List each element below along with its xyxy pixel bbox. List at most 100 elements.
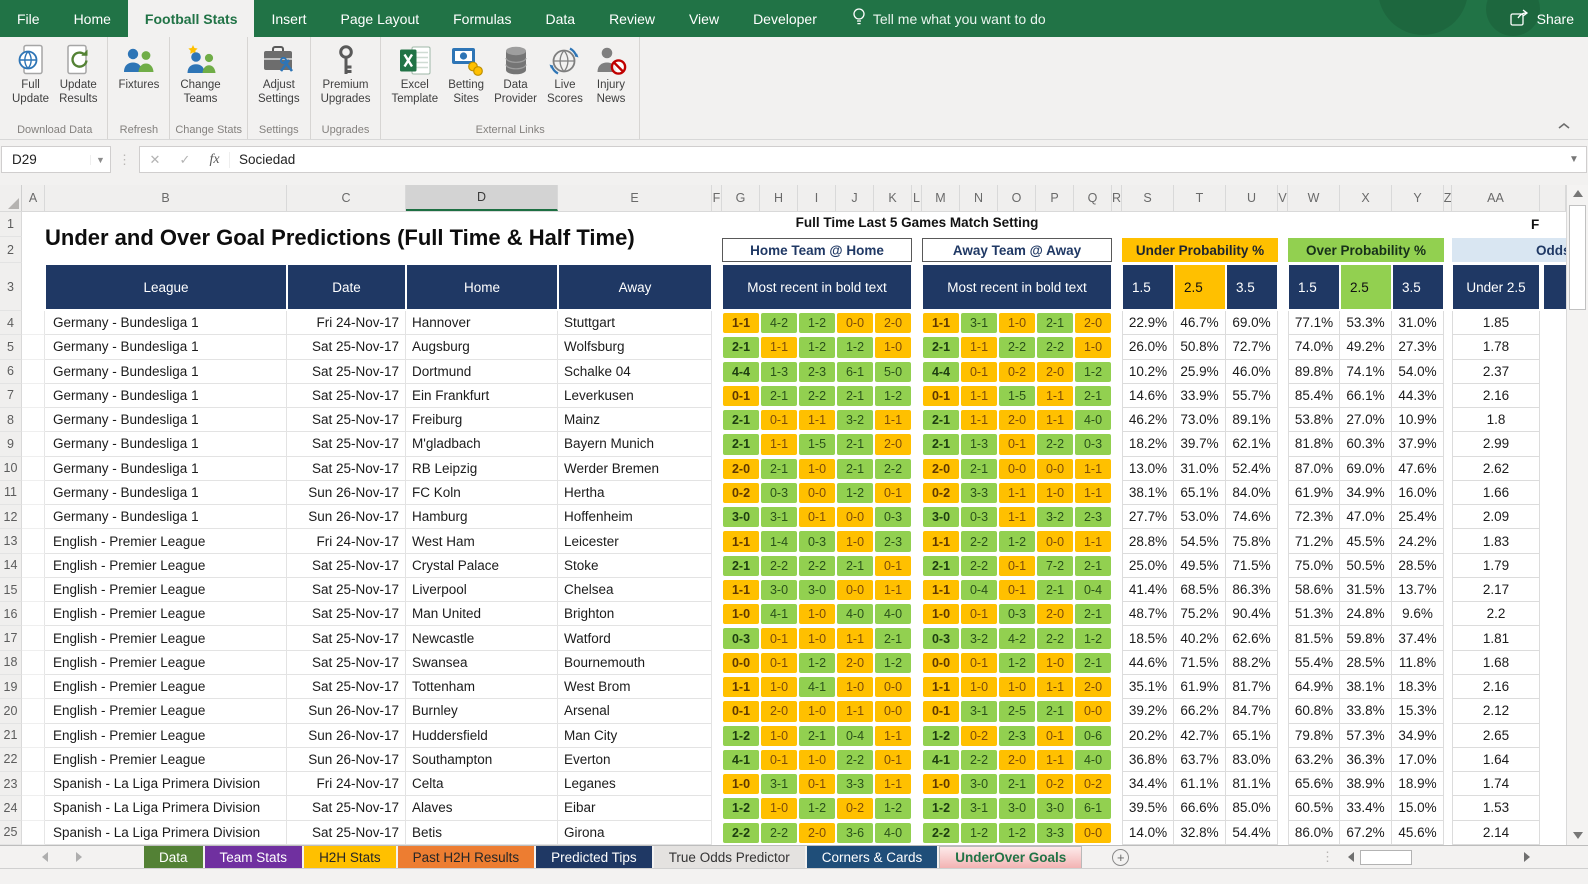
under-probability-cell[interactable]: 53.0% <box>1174 505 1226 529</box>
over-probability-cell[interactable]: 49.2% <box>1340 335 1392 359</box>
under-2-5-odds-cell[interactable]: 1.83 <box>1452 529 1540 553</box>
under-probability-cell[interactable]: 13.0% <box>1122 457 1174 481</box>
league-cell[interactable]: Germany - Bundesliga 1 <box>45 481 287 505</box>
under-probability-cell[interactable]: 40.2% <box>1174 626 1226 650</box>
under-2-5-odds-cell[interactable]: 1.53 <box>1452 796 1540 820</box>
away-score-cell[interactable]: 3-2 <box>1036 505 1074 529</box>
home-score-cell[interactable]: 1-1 <box>760 432 798 456</box>
under-probability-cell[interactable]: 20.2% <box>1122 724 1174 748</box>
home-score-cell[interactable]: 2-3 <box>798 360 836 384</box>
over-probability-cell[interactable]: 63.2% <box>1288 748 1340 772</box>
under-probability-cell[interactable]: 39.7% <box>1174 432 1226 456</box>
under-probability-cell[interactable]: 32.8% <box>1174 821 1226 845</box>
home-score-cell[interactable]: 1-0 <box>798 626 836 650</box>
home-score-cell[interactable]: 2-3 <box>874 529 912 553</box>
away-score-cell[interactable]: 1-1 <box>1036 384 1074 408</box>
home-score-cell[interactable]: 1-0 <box>798 457 836 481</box>
league-cell[interactable]: English - Premier League <box>45 578 287 602</box>
home-team-cell[interactable]: Alaves <box>406 796 558 820</box>
ribbon-collapse-button[interactable] <box>1558 121 1570 133</box>
column-header-E[interactable]: E <box>558 185 712 211</box>
date-cell[interactable]: Sat 25-Nov-17 <box>287 432 406 456</box>
under-probability-cell[interactable]: 54.5% <box>1174 529 1226 553</box>
column-header-A[interactable]: A <box>22 185 45 211</box>
away-score-cell[interactable]: 0-3 <box>1074 432 1112 456</box>
under-probability-cell[interactable]: 54.4% <box>1226 821 1278 845</box>
column-header-B[interactable]: B <box>45 185 287 211</box>
away-score-cell[interactable]: 6-1 <box>1074 796 1112 820</box>
under-probability-cell[interactable]: 46.2% <box>1122 408 1174 432</box>
vertical-scrollbar[interactable] <box>1566 185 1588 845</box>
over-probability-cell[interactable]: 33.4% <box>1340 796 1392 820</box>
home-score-cell[interactable]: 1-1 <box>874 408 912 432</box>
over-probability-cell[interactable]: 65.6% <box>1288 772 1340 796</box>
hscroll-left-icon[interactable] <box>1348 852 1354 862</box>
over-probability-cell[interactable]: 86.0% <box>1288 821 1340 845</box>
column-header-C[interactable]: C <box>287 185 406 211</box>
away-team-cell[interactable]: Wolfsburg <box>558 335 712 359</box>
away-score-cell[interactable]: 1-0 <box>960 675 998 699</box>
away-score-cell[interactable]: 1-1 <box>1036 748 1074 772</box>
away-score-cell[interactable]: 0-1 <box>960 602 998 626</box>
cell-empty[interactable] <box>22 505 45 529</box>
home-score-cell[interactable]: 2-1 <box>836 457 874 481</box>
over-probability-cell[interactable]: 13.7% <box>1392 578 1444 602</box>
cell-empty[interactable] <box>22 311 45 335</box>
home-score-cell[interactable]: 2-0 <box>760 699 798 723</box>
home-score-cell[interactable]: 3-0 <box>798 578 836 602</box>
away-score-cell[interactable]: 0-1 <box>960 651 998 675</box>
home-score-cell[interactable]: 0-1 <box>760 748 798 772</box>
home-score-cell[interactable]: 6-1 <box>836 360 874 384</box>
home-score-cell[interactable]: 1-1 <box>798 408 836 432</box>
home-team-cell[interactable]: Swansea <box>406 651 558 675</box>
home-score-cell[interactable]: 1-2 <box>874 796 912 820</box>
cell-empty[interactable] <box>22 626 45 650</box>
home-score-cell[interactable]: 2-2 <box>798 384 836 408</box>
over-probability-cell[interactable]: 44.3% <box>1392 384 1444 408</box>
tell-me-box[interactable]: Tell me what you want to do <box>852 0 1046 37</box>
away-score-cell[interactable]: 2-1 <box>1074 651 1112 675</box>
home-score-cell[interactable]: 0-1 <box>760 408 798 432</box>
away-score-cell[interactable]: 2-0 <box>1074 311 1112 335</box>
over-probability-cell[interactable]: 16.0% <box>1392 481 1444 505</box>
over-probability-cell[interactable]: 53.3% <box>1340 311 1392 335</box>
league-cell[interactable]: English - Premier League <box>45 626 287 650</box>
over-probability-cell[interactable]: 81.5% <box>1288 626 1340 650</box>
under-2-5-odds-cell[interactable]: 2.16 <box>1452 384 1540 408</box>
league-cell[interactable]: English - Premier League <box>45 651 287 675</box>
home-score-cell[interactable]: 1-1 <box>722 311 760 335</box>
home-score-cell[interactable]: 2-1 <box>836 554 874 578</box>
away-team-cell[interactable]: Bayern Munich <box>558 432 712 456</box>
ribbon-tab-data[interactable]: Data <box>528 0 592 37</box>
home-score-cell[interactable]: 0-3 <box>760 481 798 505</box>
column-header-S[interactable]: S <box>1122 185 1174 211</box>
under-probability-cell[interactable]: 50.8% <box>1174 335 1226 359</box>
away-score-cell[interactable]: 2-0 <box>1036 360 1074 384</box>
away-score-cell[interactable]: 4-0 <box>1074 748 1112 772</box>
cell-empty[interactable] <box>22 432 45 456</box>
home-team-cell[interactable]: Hamburg <box>406 505 558 529</box>
league-cell[interactable]: Germany - Bundesliga 1 <box>45 505 287 529</box>
home-team-cell[interactable]: Tottenham <box>406 675 558 699</box>
column-header-O[interactable]: O <box>998 185 1036 211</box>
column-header-V[interactable]: V <box>1278 185 1288 211</box>
home-score-cell[interactable]: 0-0 <box>874 675 912 699</box>
ribbon-tab-football-stats[interactable]: Football Stats <box>128 0 255 37</box>
away-score-cell[interactable]: 3-0 <box>960 772 998 796</box>
away-score-cell[interactable]: 4-1 <box>922 748 960 772</box>
under-probability-cell[interactable]: 14.6% <box>1122 384 1174 408</box>
home-score-cell[interactable]: 3-1 <box>760 505 798 529</box>
over-probability-cell[interactable]: 59.8% <box>1340 626 1392 650</box>
over-probability-cell[interactable]: 74.1% <box>1340 360 1392 384</box>
away-score-cell[interactable]: 0-6 <box>1074 724 1112 748</box>
away-team-cell[interactable]: Leverkusen <box>558 384 712 408</box>
column-header-Y[interactable]: Y <box>1392 185 1444 211</box>
under-probability-cell[interactable]: 84.7% <box>1226 699 1278 723</box>
over-probability-cell[interactable]: 57.3% <box>1340 724 1392 748</box>
home-score-cell[interactable]: 1-2 <box>798 335 836 359</box>
date-cell[interactable]: Sat 25-Nov-17 <box>287 675 406 699</box>
over-probability-cell[interactable]: 87.0% <box>1288 457 1340 481</box>
date-cell[interactable]: Sat 25-Nov-17 <box>287 335 406 359</box>
date-cell[interactable]: Fri 24-Nov-17 <box>287 529 406 553</box>
away-score-cell[interactable]: 0-1 <box>998 554 1036 578</box>
